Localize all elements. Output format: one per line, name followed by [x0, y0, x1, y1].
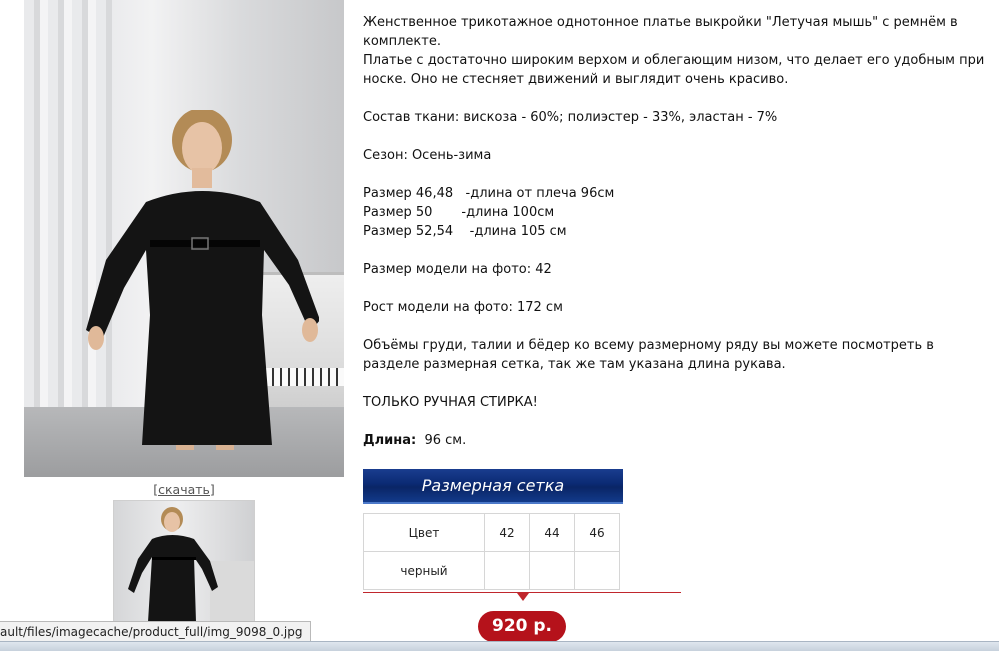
desc-intro: Женственное трикотажное однотонное плать…	[363, 15, 958, 49]
desc-length: Длина: 96 см.	[363, 431, 993, 450]
model-figure-illustration	[86, 110, 319, 450]
desc-measurements-note: Объёмы груди, талии и бёдер ко всему раз…	[363, 338, 934, 372]
qty-cell-46[interactable]	[574, 551, 620, 590]
size-header-46: 46	[574, 513, 620, 552]
qty-cell-42[interactable]	[484, 551, 530, 590]
desc-composition: Состав ткани: вискоза - 60%; полиэстер -…	[363, 110, 778, 125]
desc-wash-note: ТОЛЬКО РУЧНАЯ СТИРКА!	[363, 395, 538, 410]
product-description: Женственное трикотажное однотонное плать…	[363, 13, 993, 450]
table-header-row: Цвет 42 44 46	[363, 513, 620, 552]
size-order-table: Цвет 42 44 46 черный	[363, 513, 620, 590]
taskbar-strip	[0, 641, 999, 651]
size-chart-button[interactable]: Размерная сетка	[363, 469, 623, 504]
thumbnail-figure-illustration	[128, 507, 254, 622]
download-link[interactable]: [скачать]	[153, 482, 215, 497]
product-thumbnail[interactable]	[113, 500, 255, 623]
color-header: Цвет	[363, 513, 485, 552]
desc-size-52-54: Размер 52,54 -длина 105 см	[363, 224, 567, 239]
desc-size-46-48: Размер 46,48 -длина от плеча 96см	[363, 186, 615, 201]
length-value: 96 см.	[424, 433, 467, 448]
size-header-42: 42	[484, 513, 530, 552]
row-color-cell: черный	[363, 551, 485, 590]
table-row: черный	[363, 551, 620, 590]
qty-cell-44[interactable]	[529, 551, 575, 590]
desc-size-50: Размер 50 -длина 100см	[363, 205, 555, 220]
length-label: Длина:	[363, 433, 417, 448]
desc-fit: Платье с достаточно широким верхом и обл…	[363, 53, 985, 87]
price-divider-arrow-icon	[517, 593, 529, 601]
product-main-photo[interactable]	[24, 0, 344, 477]
desc-model-size: Размер модели на фото: 42	[363, 262, 552, 277]
size-header-44: 44	[529, 513, 575, 552]
price-badge: 920 р.	[478, 611, 566, 642]
download-link-wrap: [скачать]	[24, 482, 344, 497]
desc-season: Сезон: Осень-зима	[363, 148, 492, 163]
desc-model-height: Рост модели на фото: 172 см	[363, 300, 563, 315]
